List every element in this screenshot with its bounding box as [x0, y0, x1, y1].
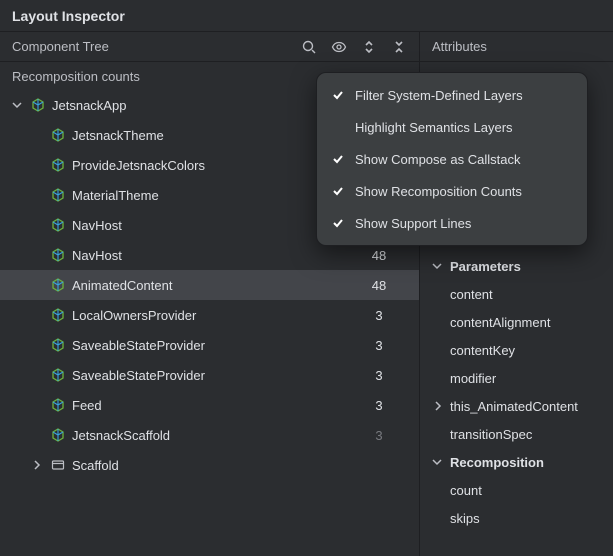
attribute-name: content [450, 287, 493, 302]
attribute-name: modifier [450, 371, 496, 386]
popup-menu-item[interactable]: Show Support Lines [317, 207, 587, 239]
chevron-right-icon[interactable] [30, 460, 44, 470]
panel-title-text: Layout Inspector [12, 8, 125, 24]
collapse-all-icon[interactable] [391, 39, 407, 55]
attribute-row[interactable]: content [420, 280, 613, 308]
tree-row[interactable]: Scaffold [0, 450, 419, 480]
attribute-name: transitionSpec [450, 427, 532, 442]
tree-header: Component Tree [0, 32, 420, 61]
attribute-name: this_AnimatedContent [450, 399, 578, 414]
attributes-header-label: Attributes [432, 39, 487, 54]
eye-icon[interactable] [331, 39, 347, 55]
popup-item-label: Highlight Semantics Layers [355, 120, 513, 135]
popup-menu-item[interactable]: Highlight Semantics Layers [317, 111, 587, 143]
tree-node-label: Scaffold [72, 458, 119, 473]
compose-icon [50, 157, 66, 173]
panel-header-row: Component Tree Attributes [0, 32, 613, 62]
compose-icon [50, 247, 66, 263]
tree-row[interactable]: Feed 3 [0, 390, 419, 420]
tree-node-label: ProvideJetsnackColors [72, 158, 205, 173]
compose-icon [30, 97, 46, 113]
recomposition-count: 3 [349, 368, 409, 383]
attribute-row[interactable]: contentAlignment [420, 308, 613, 336]
attributes-section-header[interactable]: Recomposition [420, 448, 613, 476]
compose-icon [50, 277, 66, 293]
check-icon [331, 89, 345, 101]
attribute-name: contentKey [450, 343, 515, 358]
tree-node-label: JetsnackTheme [72, 128, 164, 143]
attribute-name: contentAlignment [450, 315, 550, 330]
tree-node-label: MaterialTheme [72, 188, 159, 203]
recomposition-count: 48 [349, 278, 409, 293]
view-options-popup: Filter System-Defined Layers Highlight Se… [316, 72, 588, 246]
compose-icon [50, 127, 66, 143]
recomposition-count: 3 [349, 338, 409, 353]
popup-item-label: Show Recomposition Counts [355, 184, 522, 199]
compose-icon [50, 217, 66, 233]
attribute-row[interactable]: this_AnimatedContent [420, 392, 613, 420]
search-icon[interactable] [301, 39, 317, 55]
attributes-section-header[interactable]: Parameters [420, 252, 613, 280]
recomposition-count: 48 [349, 248, 409, 263]
popup-menu-item[interactable]: Show Recomposition Counts [317, 175, 587, 207]
attribute-name: count [450, 483, 482, 498]
panel-title: Layout Inspector [0, 0, 613, 32]
tree-node-label: JetsnackApp [52, 98, 126, 113]
attribute-row[interactable]: transitionSpec [420, 420, 613, 448]
tree-row[interactable]: LocalOwnersProvider 3 [0, 300, 419, 330]
container-icon [50, 457, 66, 473]
attribute-row[interactable]: contentKey [420, 336, 613, 364]
expand-all-icon[interactable] [361, 39, 377, 55]
tree-node-label: Feed [72, 398, 102, 413]
attribute-row[interactable]: skips [420, 504, 613, 532]
compose-icon [50, 427, 66, 443]
tree-row[interactable]: AnimatedContent 48 [0, 270, 419, 300]
tree-header-label: Component Tree [12, 39, 301, 54]
tree-row[interactable]: JetsnackScaffold 3 [0, 420, 419, 450]
tree-node-label: JetsnackScaffold [72, 428, 170, 443]
tree-node-label: NavHost [72, 218, 122, 233]
popup-item-label: Show Support Lines [355, 216, 471, 231]
recomposition-count: 3 [349, 398, 409, 413]
tree-node-label: LocalOwnersProvider [72, 308, 196, 323]
tree-node-label: AnimatedContent [72, 278, 172, 293]
check-icon [331, 217, 345, 229]
attribute-row[interactable]: count [420, 476, 613, 504]
tree-node-label: SaveableStateProvider [72, 338, 205, 353]
popup-item-label: Filter System-Defined Layers [355, 88, 523, 103]
tree-row[interactable]: SaveableStateProvider 3 [0, 330, 419, 360]
chevron-right-icon[interactable] [432, 401, 444, 411]
popup-menu-item[interactable]: Filter System-Defined Layers [317, 79, 587, 111]
tree-row[interactable]: SaveableStateProvider 3 [0, 360, 419, 390]
section-title: Parameters [450, 259, 521, 274]
check-icon [331, 153, 345, 165]
popup-item-label: Show Compose as Callstack [355, 152, 520, 167]
recomposition-count: 3 [349, 428, 409, 443]
compose-icon [50, 397, 66, 413]
check-icon [331, 185, 345, 197]
recomposition-count: 3 [349, 308, 409, 323]
attribute-name: skips [450, 511, 480, 526]
compose-icon [50, 337, 66, 353]
tree-node-label: SaveableStateProvider [72, 368, 205, 383]
attributes-header: Attributes [420, 39, 613, 54]
compose-icon [50, 187, 66, 203]
chevron-down-icon [430, 261, 444, 271]
popup-menu-item[interactable]: Show Compose as Callstack [317, 143, 587, 175]
compose-icon [50, 307, 66, 323]
compose-icon [50, 367, 66, 383]
chevron-down-icon[interactable] [10, 100, 24, 110]
chevron-down-icon [430, 457, 444, 467]
attribute-row[interactable]: modifier [420, 364, 613, 392]
section-title: Recomposition [450, 455, 544, 470]
tree-node-label: NavHost [72, 248, 122, 263]
